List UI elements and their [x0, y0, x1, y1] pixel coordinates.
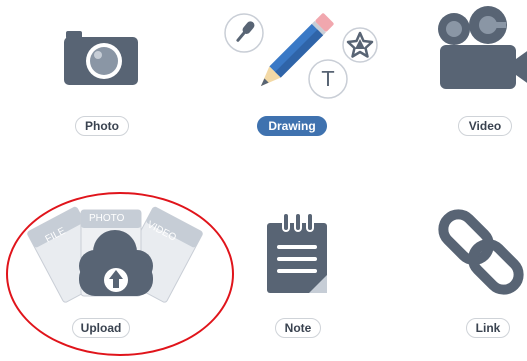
drawing-label: Drawing	[257, 116, 327, 136]
text-badge-label: T	[321, 67, 335, 91]
star-badge-icon	[342, 27, 378, 63]
upload-label: Upload	[72, 318, 130, 338]
photo-option[interactable]: Photo	[40, 15, 160, 140]
photo-label: Photo	[75, 116, 129, 136]
chain-link-icon	[438, 209, 524, 295]
link-option[interactable]: Link	[430, 205, 527, 345]
content-type-picker: Photo T Drawing Video FILE PHOTO VIDEO U…	[0, 0, 527, 361]
drawing-option[interactable]: T Drawing	[220, 5, 380, 140]
upload-arrow-icon	[104, 268, 128, 292]
microphone-badge-icon	[224, 13, 264, 53]
upload-card-photo-label: PHOTO	[89, 213, 125, 224]
video-camera-icon	[438, 6, 527, 89]
note-option[interactable]: Note	[245, 205, 355, 345]
camera-icon	[64, 31, 138, 85]
upload-option[interactable]: FILE PHOTO VIDEO Upload	[15, 200, 215, 345]
video-label: Video	[458, 116, 512, 136]
note-label: Note	[275, 318, 321, 338]
pencil-icon	[224, 13, 378, 99]
video-option[interactable]: Video	[420, 5, 527, 140]
link-label: Link	[466, 318, 510, 338]
notepad-icon	[267, 212, 327, 293]
